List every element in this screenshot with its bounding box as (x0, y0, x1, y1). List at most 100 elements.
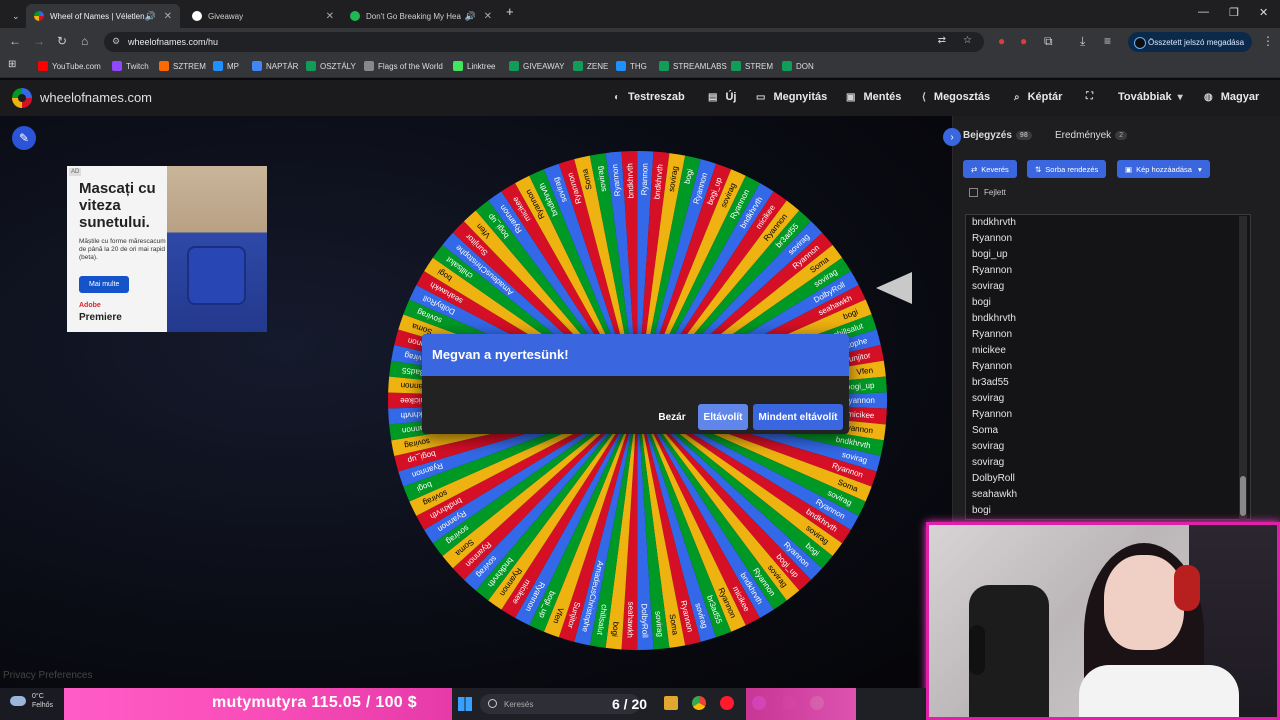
password-suggestion-button[interactable]: Összetett jelszó megadása (1128, 32, 1253, 52)
entry-row[interactable]: bndkhrvth (966, 311, 1250, 327)
entry-row[interactable]: sovirag (966, 439, 1250, 455)
back-icon[interactable]: ← (9, 34, 21, 48)
entry-row[interactable]: sovirag (966, 279, 1250, 295)
menu-item[interactable]: ▭ Megnyitás (756, 91, 827, 103)
bookmark-item[interactable]: GIVEAWAY (509, 61, 565, 71)
entry-row[interactable]: Soma (966, 423, 1250, 439)
entry-row[interactable]: seahawkh (966, 487, 1250, 503)
bookmark-item[interactable]: SZTREM (159, 61, 206, 71)
chrome-icon[interactable] (692, 696, 706, 710)
entry-row[interactable]: bndkhrvth (966, 215, 1250, 231)
site-name[interactable]: wheelofnames.com (40, 90, 152, 105)
entry-row[interactable]: sovirag (966, 391, 1250, 407)
menu-item[interactable]: ⌕ Képtár (1014, 91, 1062, 103)
url-bar[interactable]: ⚙ wheelofnames.com/hu ⇄ ☆ (104, 32, 984, 52)
entry-row[interactable]: Ryannon (966, 231, 1250, 247)
speaker-icon[interactable]: 🔊 (145, 11, 156, 22)
speaker-icon[interactable]: 🔊 (465, 11, 476, 22)
entry-row[interactable]: bogi (966, 503, 1250, 519)
add-image-button[interactable]: ▣ Kép hozzáadása ▾ (1117, 160, 1210, 178)
bookmark-item[interactable]: Twitch (112, 61, 149, 71)
bookmark-item[interactable]: YouTube.com (38, 61, 101, 71)
entries-scroll-thumb[interactable] (1240, 476, 1246, 516)
advanced-toggle[interactable]: Fejlett (969, 188, 1006, 197)
bookmark-item[interactable]: NAPTÁR (252, 61, 298, 71)
tab-wheel-of-names[interactable]: Wheel of Names | Véletlen 🔊 ✕ (26, 4, 180, 28)
file-explorer-icon[interactable] (664, 696, 678, 710)
extension-adblock-icon[interactable]: ● (1020, 34, 1027, 48)
close-tab-icon[interactable]: ✕ (164, 11, 172, 22)
close-tab-icon[interactable]: ✕ (484, 11, 492, 22)
tab-search-button[interactable]: ⌄ (4, 4, 22, 28)
ad-more-button[interactable]: Mai multe (79, 276, 130, 293)
reload-icon[interactable]: ↻ (57, 34, 67, 48)
entry-row[interactable]: Ryannon (966, 407, 1250, 423)
menu-item[interactable]: ◐ Testreszab (614, 91, 685, 103)
menu-kebab-icon[interactable]: ⋮ (1262, 34, 1274, 48)
minimize-icon[interactable]: — (1198, 6, 1209, 18)
close-button[interactable]: Bezár (652, 404, 692, 430)
entry-row[interactable]: Ryannon (966, 359, 1250, 375)
extension-red-icon[interactable]: ● (998, 34, 1005, 48)
wheel-logo-icon[interactable] (12, 88, 32, 108)
bookmark-item[interactable]: OSZTÁLY (306, 61, 356, 71)
menu-item[interactable]: ▤ Új (708, 91, 736, 103)
new-tab-button[interactable]: + (506, 4, 514, 19)
close-window-icon[interactable]: ✕ (1259, 6, 1268, 19)
menu-item-label: Mentés (863, 91, 902, 103)
tab-results[interactable]: Eredmények 2 (1055, 130, 1128, 141)
bookmark-item[interactable]: STREM (731, 61, 773, 71)
tab-title: Wheel of Names | Véletlen (50, 11, 145, 21)
media-control-icon[interactable]: ≡ (1104, 34, 1111, 48)
edit-pencil-button[interactable]: ✎ (12, 126, 36, 150)
bookmark-item[interactable]: STREAMLABS (659, 61, 727, 71)
remove-button[interactable]: Eltávolít (698, 404, 748, 430)
bookmark-item[interactable]: THG (616, 61, 647, 71)
weather-widget[interactable]: 0°C Felhős (10, 692, 53, 710)
entry-row[interactable]: micikee (966, 343, 1250, 359)
opera-icon[interactable] (720, 696, 734, 710)
entry-row[interactable]: sovirag (966, 455, 1250, 471)
shuffle-button[interactable]: ⇄ Keverés (963, 160, 1017, 178)
translate-icon[interactable]: ⇄ (938, 35, 946, 46)
download-icon[interactable]: ⤓ (1080, 34, 1085, 49)
home-icon[interactable]: ⌂ (81, 34, 88, 48)
entry-row[interactable]: Ryannon (966, 327, 1250, 343)
entry-row[interactable]: DolbyRoll (966, 471, 1250, 487)
privacy-preferences-link[interactable]: Privacy Preferences (3, 670, 92, 681)
advertisement[interactable]: AD Mascați cu viteza sunetului. Măștile … (67, 166, 267, 332)
remove-all-button[interactable]: Mindent eltávolít (753, 404, 843, 430)
entry-row[interactable]: bogi (966, 295, 1250, 311)
menu-item[interactable]: Továbbiak ▾ (1118, 91, 1191, 103)
tab-entries[interactable]: Bejegyzés 98 (963, 130, 1032, 141)
bookmark-item[interactable]: MP (213, 61, 239, 71)
restore-icon[interactable]: ❐ (1229, 6, 1239, 19)
advanced-checkbox[interactable] (969, 188, 978, 197)
menu-item[interactable]: ⟨ Megosztás (922, 91, 990, 103)
stream-overlay-bar: 0°C Felhős mutymutyra 115.05 / 100 $ Ker… (0, 688, 926, 720)
entries-scrollbar[interactable] (1239, 216, 1247, 520)
tab-giveaway[interactable]: Giveaway ✕ (184, 4, 342, 28)
bookmark-item[interactable]: DON (782, 61, 814, 71)
tab-spotify[interactable]: Don't Go Breaking My Hea 🔊 ✕ (342, 4, 500, 28)
entry-row[interactable]: br3ad55 (966, 375, 1250, 391)
windows-start-icon[interactable] (458, 697, 472, 711)
menu-item[interactable]: ◍ Magyar (1204, 91, 1259, 103)
bookmark-item[interactable]: Flags of the World (364, 61, 443, 71)
site-info-icon[interactable]: ⚙ (112, 36, 120, 47)
collapse-panel-button[interactable]: › (943, 128, 961, 146)
bookmark-favicon-icon (38, 61, 48, 71)
bookmark-star-icon[interactable]: ☆ (963, 35, 972, 46)
forward-icon[interactable]: → (33, 34, 45, 48)
bookmark-item[interactable]: ZENE (573, 61, 608, 71)
entry-row[interactable]: bogi_up (966, 247, 1250, 263)
sort-button[interactable]: ⇅ Sorba rendezés (1027, 160, 1107, 178)
extensions-puzzle-icon[interactable]: ⧉ (1044, 34, 1053, 49)
apps-grid-icon[interactable]: ⊞ (8, 59, 16, 70)
close-tab-icon[interactable]: ✕ (326, 11, 334, 22)
menu-item[interactable]: ⛶ (1086, 91, 1101, 102)
entries-textarea[interactable]: bndkhrvth Ryannon bogi_up Ryannon sovirag bog… (965, 214, 1251, 520)
entry-row[interactable]: Ryannon (966, 263, 1250, 279)
bookmark-item[interactable]: Linktree (453, 61, 495, 71)
menu-item[interactable]: ▣ Mentés (846, 91, 901, 103)
